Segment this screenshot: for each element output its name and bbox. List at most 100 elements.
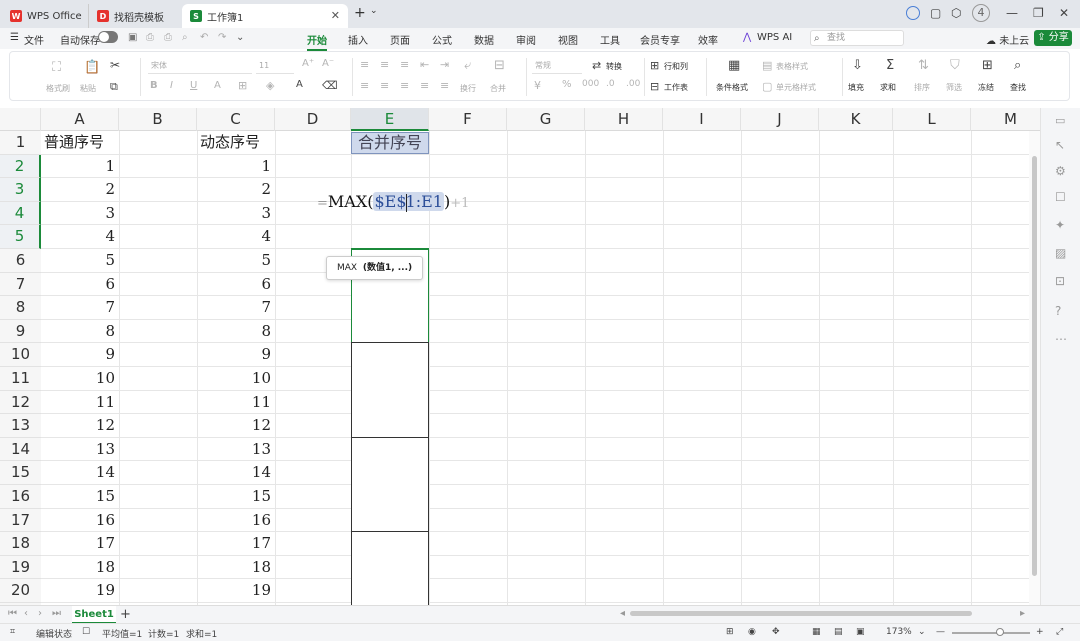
- row-header[interactable]: 6: [0, 249, 41, 273]
- file-menu[interactable]: 文件: [24, 32, 44, 47]
- zoom-level[interactable]: 173%: [886, 627, 912, 637]
- fill-label[interactable]: 填充: [848, 82, 864, 93]
- worksheet-label[interactable]: 工作表: [664, 82, 688, 93]
- paste-icon[interactable]: 📋: [84, 60, 100, 75]
- tab-insert[interactable]: 插入: [348, 32, 368, 47]
- sum-icon[interactable]: Σ: [886, 58, 894, 73]
- column-header-h[interactable]: H: [585, 108, 663, 131]
- table-style-label[interactable]: 表格样式: [776, 61, 808, 72]
- cell-value[interactable]: 9: [41, 343, 119, 367]
- spreadsheet-grid[interactable]: 普通序号 动态序号 1 2 3 4 5 6 7 8 9 10 11 12 13 14 15 16 17 18 19 1 2 3…: [41, 131, 1029, 605]
- cell-c1-header[interactable]: 动态序号: [200, 131, 280, 155]
- column-header-f[interactable]: F: [429, 108, 507, 131]
- add-sheet-button[interactable]: +: [120, 607, 131, 622]
- chart-icon[interactable]: ▨: [1055, 246, 1066, 260]
- horizontal-scroll-thumb[interactable]: [630, 611, 972, 616]
- row-header[interactable]: 10: [0, 343, 41, 367]
- cell-value[interactable]: 3: [41, 202, 119, 226]
- scroll-left-icon[interactable]: ◂: [620, 608, 625, 619]
- first-sheet-icon[interactable]: ⏮: [8, 608, 17, 619]
- font-name-select[interactable]: 宋体: [148, 58, 252, 74]
- column-header-c[interactable]: C: [197, 108, 275, 131]
- filter-icon[interactable]: ⛉: [950, 58, 960, 73]
- column-header-j[interactable]: J: [741, 108, 819, 131]
- formula-range-ref[interactable]: $E$1:E1: [373, 192, 444, 212]
- row-header[interactable]: 13: [0, 414, 41, 438]
- comment-icon[interactable]: ☐: [1055, 190, 1066, 204]
- strikethrough-icon[interactable]: A: [214, 80, 221, 91]
- cell-style-label[interactable]: 单元格样式: [776, 82, 816, 93]
- search-input[interactable]: ⌕ 查找: [810, 30, 904, 46]
- function-hint-tooltip[interactable]: MAX (数值1, ...): [326, 256, 423, 280]
- tab-tools[interactable]: 工具: [600, 32, 620, 47]
- cell-value[interactable]: 11: [197, 391, 275, 415]
- cube-icon[interactable]: ⬡: [951, 6, 961, 20]
- percent-icon[interactable]: %: [562, 79, 572, 90]
- row-header[interactable]: 17: [0, 509, 41, 533]
- merge-cells-label[interactable]: 合并: [490, 83, 506, 94]
- hamburger-icon[interactable]: ☰: [10, 32, 19, 43]
- cell-value[interactable]: 12: [197, 414, 275, 438]
- align-middle-icon[interactable]: ≡: [380, 58, 389, 71]
- align-center-icon[interactable]: ≡: [380, 79, 389, 92]
- fullscreen-icon[interactable]: ⤢: [1056, 627, 1063, 637]
- close-tab-icon[interactable]: ✕: [331, 9, 340, 22]
- underline-icon[interactable]: U: [190, 80, 197, 91]
- tab-view[interactable]: 视图: [558, 32, 578, 47]
- last-sheet-icon[interactable]: ⏭: [52, 608, 61, 619]
- cell-value[interactable]: 10: [41, 367, 119, 391]
- merged-cell-block[interactable]: [351, 342, 429, 438]
- cell-value[interactable]: 12: [41, 414, 119, 438]
- row-header[interactable]: 9: [0, 320, 41, 344]
- zoom-slider-knob[interactable]: [996, 628, 1004, 636]
- vertical-scrollbar[interactable]: [1029, 131, 1040, 605]
- next-sheet-icon[interactable]: ›: [38, 608, 42, 619]
- window-icon[interactable]: ▢: [930, 6, 941, 20]
- conditional-format-icon[interactable]: ▦: [728, 58, 740, 73]
- row-header[interactable]: 15: [0, 461, 41, 485]
- table-style-icon[interactable]: ▤: [762, 59, 772, 72]
- tab-page[interactable]: 页面: [390, 32, 410, 47]
- share-button[interactable]: ⇪ 分享: [1034, 30, 1072, 46]
- cloud-status[interactable]: ☁ 未上云: [986, 32, 1029, 47]
- cell-value[interactable]: 7: [197, 296, 275, 320]
- cell-value[interactable]: 14: [197, 461, 275, 485]
- cell-value[interactable]: 7: [41, 296, 119, 320]
- export-pdf-icon[interactable]: ⎙: [146, 32, 154, 43]
- scroll-right-icon[interactable]: ▸: [1020, 608, 1025, 619]
- tools-icon[interactable]: ✦: [1055, 218, 1065, 232]
- sort-label[interactable]: 排序: [914, 82, 930, 93]
- cell-value[interactable]: 8: [41, 320, 119, 344]
- zoom-out-icon[interactable]: —: [936, 627, 945, 637]
- tab-workbook[interactable]: S 工作簿1 ✕: [182, 4, 348, 28]
- clear-format-icon[interactable]: ⌫: [322, 79, 338, 92]
- find-icon[interactable]: ⌕: [1014, 58, 1021, 73]
- align-top-icon[interactable]: ≡: [360, 58, 369, 71]
- select-icon[interactable]: ↖: [1055, 138, 1065, 152]
- eye-icon[interactable]: ◉: [748, 627, 756, 637]
- cell-value[interactable]: 14: [41, 461, 119, 485]
- restore-icon[interactable]: ❐: [1033, 6, 1044, 20]
- row-header[interactable]: 12: [0, 391, 41, 415]
- cell-value[interactable]: 5: [41, 249, 119, 273]
- decimal-increase-icon[interactable]: .0: [606, 79, 615, 89]
- help-icon[interactable]: ?: [1055, 304, 1061, 318]
- freeze-icon[interactable]: ⊞: [982, 58, 993, 73]
- format-painter-label[interactable]: 格式刷: [46, 83, 70, 94]
- in-cell-formula-editor[interactable]: =MAX($E$1:E1)+1: [317, 192, 469, 216]
- align-left-icon[interactable]: ≡: [360, 79, 369, 92]
- freeze-label[interactable]: 冻结: [978, 82, 994, 93]
- copy-icon[interactable]: ⧉: [110, 80, 118, 94]
- column-header-g[interactable]: G: [507, 108, 585, 131]
- decrease-font-icon[interactable]: A⁻: [322, 58, 334, 69]
- image-icon[interactable]: ⊡: [1055, 274, 1065, 288]
- cell-value[interactable]: 11: [41, 391, 119, 415]
- row-header[interactable]: 11: [0, 367, 41, 391]
- move-icon[interactable]: ✥: [772, 627, 780, 637]
- conditional-format-label[interactable]: 条件格式: [716, 82, 748, 93]
- tab-docer-templates[interactable]: D 找稻壳模板: [88, 4, 178, 28]
- vertical-scroll-thumb[interactable]: [1032, 156, 1037, 576]
- minimize-icon[interactable]: —: [1006, 6, 1018, 20]
- page-break-icon[interactable]: ▣: [856, 627, 865, 637]
- tab-efficiency[interactable]: 效率: [698, 32, 718, 47]
